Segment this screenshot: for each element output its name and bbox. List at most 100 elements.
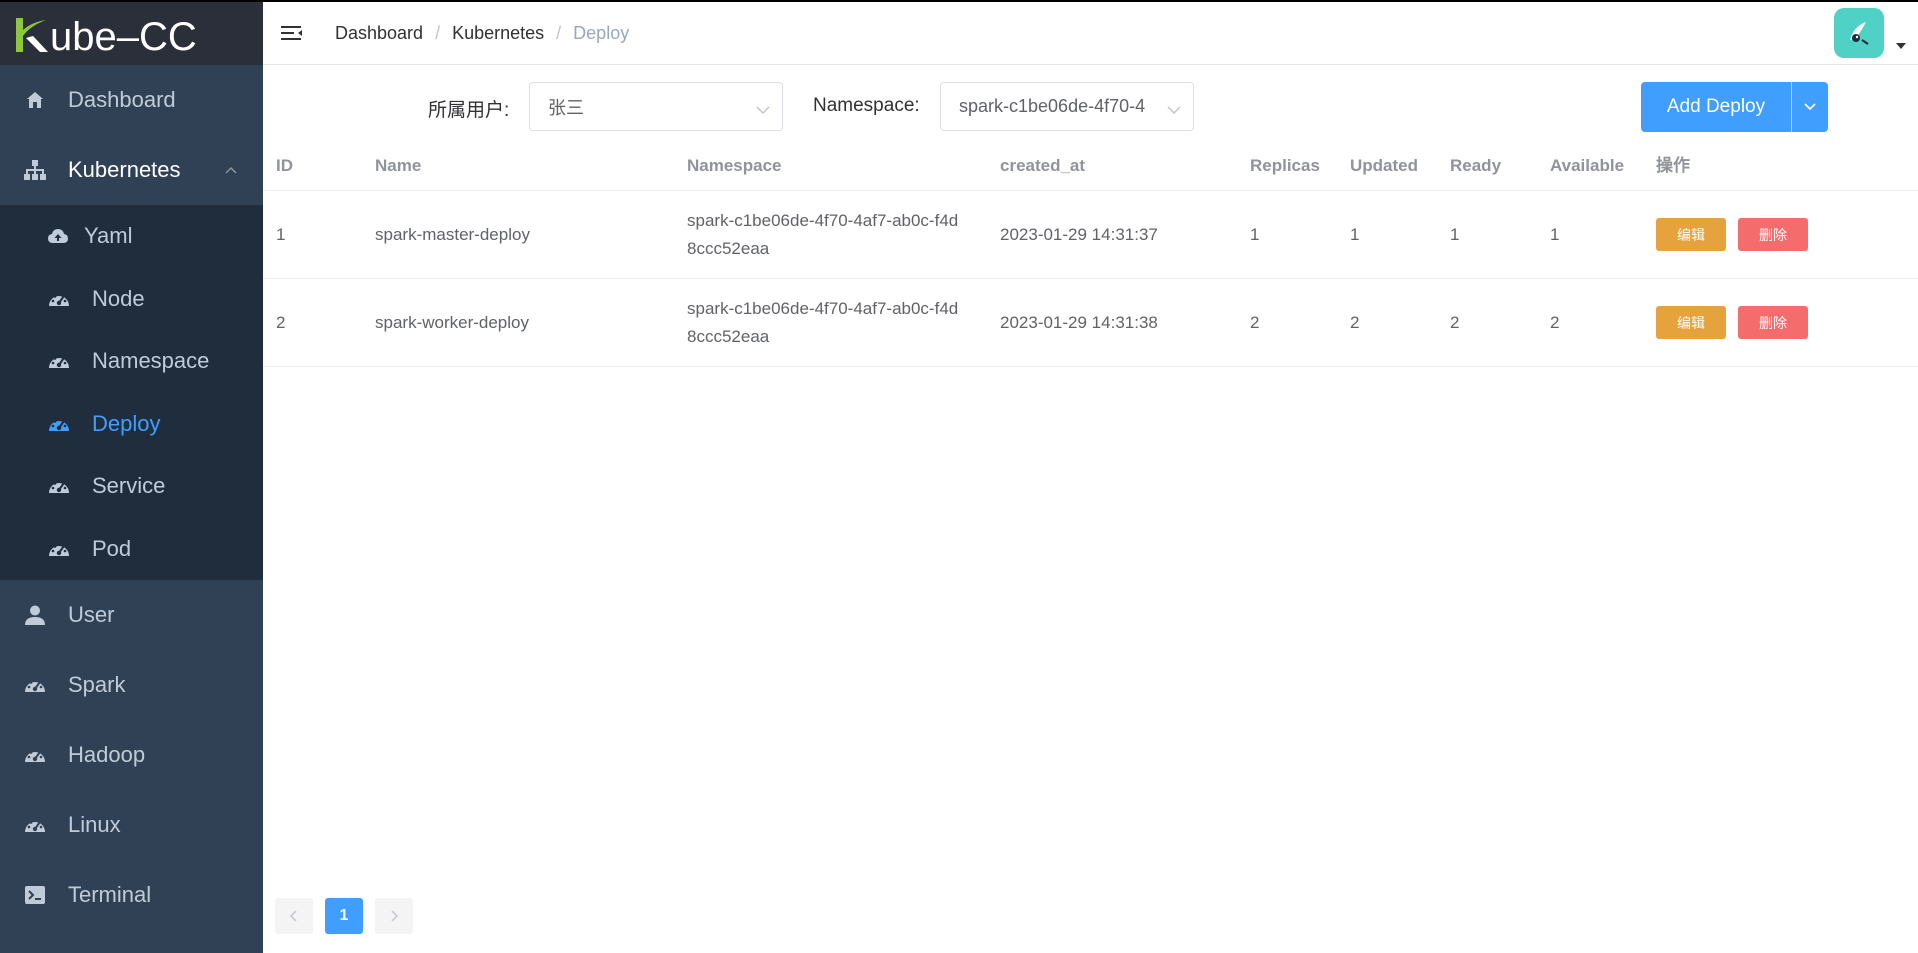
table-row: 1 spark-master-deploy spark-c1be06de-4f7… [263,191,1918,279]
chevron-down-icon [1804,103,1816,111]
prev-page-button[interactable] [275,898,313,934]
cell-ready: 2 [1450,312,1460,332]
column-header-updated: Updated [1350,155,1418,175]
cell-operations: 编辑 删除 [1656,218,1808,251]
user-select-value: 张三 [548,97,584,118]
column-header-name: Name [375,155,422,175]
dashboard-icon [48,288,70,310]
sidebar-item-yaml[interactable]: Yaml [0,205,263,268]
dashboard-icon [24,814,46,836]
delete-button[interactable]: 删除 [1738,306,1808,339]
app-logo[interactable]: ube–CC [0,2,263,65]
sidebar-item-label: Linux [68,812,121,837]
sidebar-item-linux[interactable]: Linux [0,790,263,860]
table-header: ID Name Namespace created_at Replicas Up… [263,141,1918,191]
cell-ready: 1 [1450,224,1460,244]
user-filter-label: 所属用户: [428,100,510,121]
next-page-button[interactable] [375,898,413,934]
sidebar-item-user[interactable]: User [0,580,263,650]
sidebar-item-hadoop[interactable]: Hadoop [0,720,263,790]
user-select[interactable]: 张三 [529,82,783,131]
breadcrumb-separator: / [556,22,562,43]
dashboard-icon [48,475,70,497]
svg-text:ube–CC: ube–CC [50,15,197,56]
cell-namespace: spark-c1be06de-4f70-4af7-ab0c-f4d 8ccc52… [687,207,987,263]
cell-replicas: 1 [1250,224,1260,244]
sidebar-item-label: Node [92,285,145,311]
column-header-ready: Ready [1450,155,1502,175]
add-deploy-split-button: Add Deploy [1641,82,1828,132]
sidebar-item-pod[interactable]: Pod [0,518,263,581]
breadcrumb: Dashboard / Kubernetes / Deploy [335,23,629,44]
sidebar: ube–CC Dashboard Kubernetes Yaml Node Na… [0,0,263,953]
add-deploy-button[interactable]: Add Deploy [1641,82,1792,132]
sidebar-item-label: User [68,602,115,627]
home-icon [24,89,46,111]
table-row: 2 spark-worker-deploy spark-c1be06de-4f7… [263,279,1918,367]
breadcrumb-kubernetes[interactable]: Kubernetes [452,23,544,44]
cell-available: 1 [1550,224,1560,244]
sidebar-item-service[interactable]: Service [0,455,263,518]
cell-name: spark-worker-deploy [375,312,529,332]
cell-id: 2 [276,312,286,332]
sidebar-item-label: Pod [92,535,132,561]
sidebar-item-terminal[interactable]: Terminal [0,860,263,930]
breadcrumb-deploy: Deploy [573,22,630,43]
page-number-button[interactable]: 1 [325,898,363,934]
cell-namespace-line: spark-c1be06de-4f70-4af7-ab0c-f4d [687,210,959,230]
kubernetes-submenu: Yaml Node Namespace Deploy Service Pod [0,205,263,580]
sidebar-item-dashboard[interactable]: Dashboard [0,65,263,135]
cell-namespace-line: 8ccc52eaa [687,326,770,346]
sidebar-item-label: Yaml [84,223,133,249]
dashboard-icon [24,744,46,766]
delete-button[interactable]: 删除 [1738,218,1808,251]
cell-operations: 编辑 删除 [1656,306,1808,339]
cell-created-at: 2023-01-29 14:31:37 [1000,224,1158,244]
sidebar-item-deploy[interactable]: Deploy [0,393,263,456]
namespace-select[interactable]: spark-c1be06de-4f70-4 [940,82,1194,131]
avatar-image-icon [1850,22,1869,45]
namespace-select-value: spark-c1be06de-4f70-4 [959,96,1146,116]
pagination: 1 [275,898,425,934]
dashboard-icon [48,538,70,560]
hamburger-menu-icon[interactable] [281,21,305,45]
sidebar-item-label: Deploy [92,410,161,436]
deploy-table: ID Name Namespace created_at Replicas Up… [263,141,1918,367]
cell-namespace: spark-c1be06de-4f70-4af7-ab0c-f4d 8ccc52… [687,295,987,351]
edit-button[interactable]: 编辑 [1656,218,1726,251]
edit-button[interactable]: 编辑 [1656,306,1726,339]
sidebar-item-kubernetes[interactable]: Kubernetes [0,135,263,205]
dashboard-icon [48,350,70,372]
sidebar-item-spark[interactable]: Spark [0,650,263,720]
column-header-operations: 操作 [1656,155,1690,175]
chevron-down-icon [756,99,770,120]
breadcrumb-dashboard[interactable]: Dashboard [335,23,423,44]
top-navbar: Dashboard / Kubernetes / Deploy [263,0,1918,65]
sidebar-item-namespace[interactable]: Namespace [0,330,263,393]
cell-created-at: 2023-01-29 14:31:38 [1000,312,1158,332]
sidebar-item-node[interactable]: Node [0,268,263,331]
chevron-up-icon [225,166,237,174]
user-dropdown[interactable] [1834,8,1906,58]
cell-id: 1 [276,224,286,244]
column-header-created-at: created_at [1000,155,1086,175]
avatar[interactable] [1834,8,1884,58]
sidebar-item-label: Kubernetes [68,157,181,182]
sidebar-item-label: Terminal [68,882,152,907]
sidebar-item-label: Service [92,473,166,499]
add-deploy-dropdown-toggle[interactable] [1792,82,1828,132]
dashboard-icon [24,674,46,696]
column-header-replicas: Replicas [1250,155,1320,175]
sidebar-item-label: Hadoop [68,742,146,767]
cell-replicas: 2 [1250,312,1260,332]
chevron-right-icon [391,910,398,922]
cell-namespace-line: spark-c1be06de-4f70-4af7-ab0c-f4d [687,298,959,318]
caret-down-icon[interactable] [1896,36,1906,54]
dashboard-icon [48,413,70,435]
cell-updated: 2 [1350,312,1360,332]
sidebar-item-label: Dashboard [68,87,176,112]
filter-bar: 所属用户: 张三 Namespace: spark-c1be06de-4f70-… [263,82,1918,132]
namespace-filter-label: Namespace: [813,95,920,116]
user-icon [24,604,46,626]
kube-cc-logo: ube–CC [16,15,197,56]
